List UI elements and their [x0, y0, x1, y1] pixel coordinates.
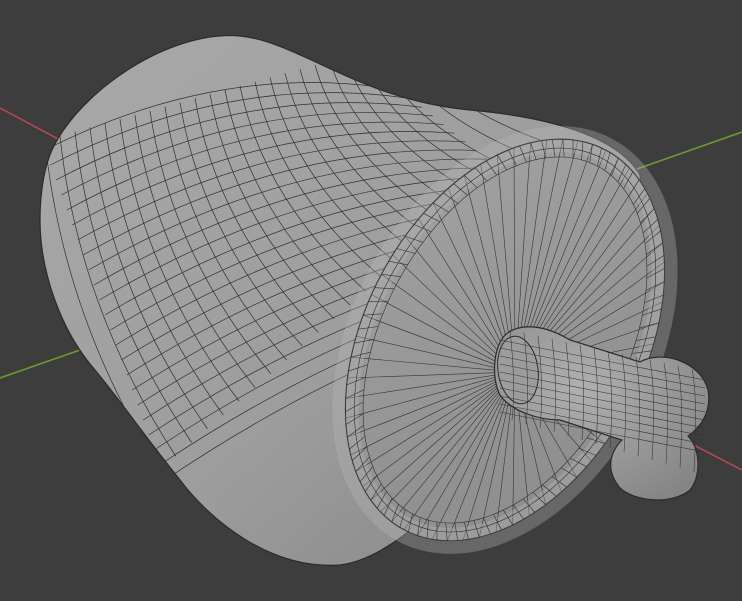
- viewport-canvas[interactable]: [0, 0, 742, 601]
- x-axis-line: [0, 107, 61, 141]
- 3d-viewport[interactable]: [0, 0, 742, 601]
